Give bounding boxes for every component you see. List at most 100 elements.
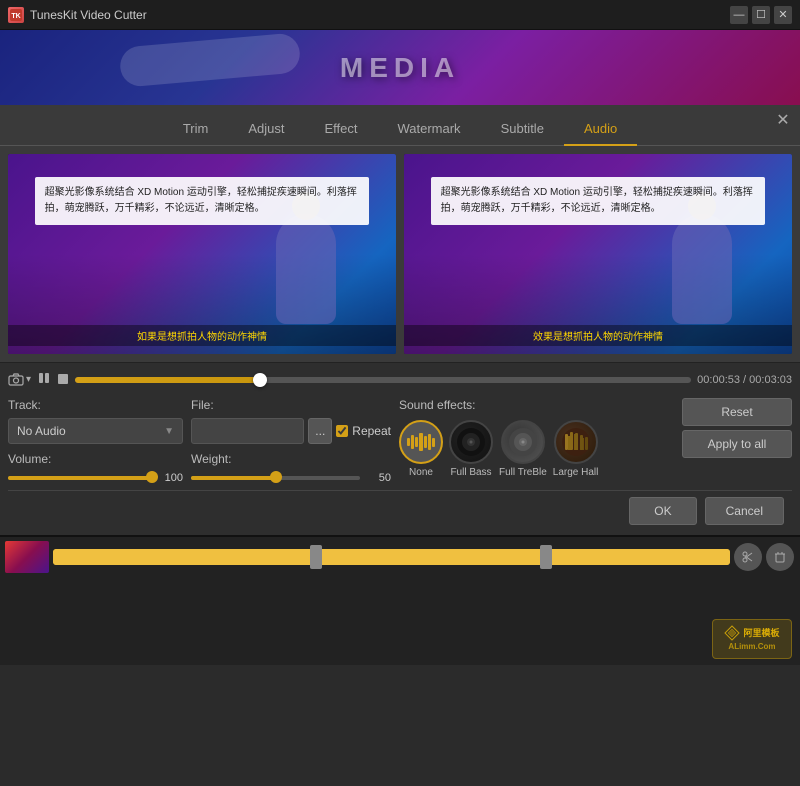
hall-icon bbox=[560, 426, 592, 458]
volume-slider-row: 100 bbox=[8, 472, 183, 484]
timeline-btn-2[interactable] bbox=[766, 543, 794, 571]
tab-audio[interactable]: Audio bbox=[564, 115, 637, 146]
volume-slider[interactable] bbox=[8, 476, 152, 480]
stop-icon bbox=[57, 373, 69, 385]
effects-row: None Full Bass bbox=[399, 420, 674, 478]
video-panel-left-inner: 超聚光影像系统结合 XD Motion 运动引擎，轻松捕捉疾速瞬间。利落挥拍，萌… bbox=[8, 154, 396, 354]
figure-right bbox=[672, 214, 732, 324]
tab-effect[interactable]: Effect bbox=[304, 115, 377, 146]
track-dropdown[interactable]: No Audio ▼ bbox=[8, 418, 183, 444]
tab-trim[interactable]: Trim bbox=[163, 115, 229, 146]
effect-none[interactable]: None bbox=[399, 420, 443, 478]
timeline-marker-1[interactable] bbox=[310, 545, 322, 569]
file-row: ... Repeat bbox=[191, 418, 391, 444]
timeline-right-controls bbox=[734, 543, 794, 571]
bottom-timeline: 阿里模板 ALimm.Com bbox=[0, 535, 800, 665]
weight-value: 50 bbox=[366, 472, 391, 484]
current-time: 00:00:53 bbox=[697, 374, 740, 386]
scissors-icon bbox=[742, 551, 754, 563]
watermark-logo: 阿里模板 ALimm.Com bbox=[712, 619, 792, 659]
time-sep: / bbox=[740, 374, 749, 386]
video-subtitle-right: 效果是想抓拍人物的动作神情 bbox=[404, 325, 792, 346]
track-dropdown-arrow: ▼ bbox=[164, 426, 174, 437]
track-value: No Audio bbox=[17, 424, 66, 438]
repeat-label: Repeat bbox=[352, 424, 391, 438]
scrubber[interactable] bbox=[75, 377, 691, 383]
camera-icon bbox=[8, 373, 24, 386]
ok-cancel-row: OK Cancel bbox=[8, 490, 792, 531]
timeline-btn-1[interactable] bbox=[734, 543, 762, 571]
video-text-card-left: 超聚光影像系统结合 XD Motion 运动引擎，轻松捕捉疾速瞬间。利落挥拍，萌… bbox=[35, 177, 370, 225]
timeline-segment bbox=[53, 549, 730, 565]
weight-fill bbox=[191, 476, 276, 480]
file-input[interactable] bbox=[191, 418, 304, 444]
timeline-bar[interactable] bbox=[53, 549, 730, 565]
tab-bar: Trim Adjust Effect Watermark Subtitle Au… bbox=[0, 105, 800, 146]
effect-circle-hall bbox=[554, 420, 598, 464]
video-text-left: 超聚光影像系统结合 XD Motion 运动引擎，轻松捕捉疾速瞬间。利落挥拍，萌… bbox=[45, 187, 357, 214]
video-panel-right-inner: 超聚光影像系统结合 XD Motion 运动引擎，轻松捕捉疾速瞬间。利落挥拍，萌… bbox=[404, 154, 792, 354]
effect-circle-bass bbox=[449, 420, 493, 464]
effects-column: Sound effects: bbox=[399, 398, 674, 478]
camera-dropdown-arrow: ▾ bbox=[26, 374, 31, 385]
panel-close-button[interactable]: ✕ bbox=[774, 111, 792, 129]
timeline-track-row bbox=[0, 537, 800, 577]
maximize-button[interactable]: ☐ bbox=[752, 6, 770, 24]
track-column: Track: No Audio ▼ Volume: 100 bbox=[8, 398, 183, 484]
pause-button[interactable] bbox=[37, 371, 51, 388]
scrubber-fill bbox=[75, 377, 260, 383]
actions-column: Reset Apply to all bbox=[682, 398, 792, 458]
scrubber-thumb[interactable] bbox=[253, 373, 267, 387]
file-browse-button[interactable]: ... bbox=[308, 418, 332, 444]
weight-thumb[interactable] bbox=[270, 471, 282, 483]
repeat-row: Repeat bbox=[336, 424, 391, 438]
volume-thumb[interactable] bbox=[146, 471, 158, 483]
main-panel: ✕ Trim Adjust Effect Watermark Subtitle … bbox=[0, 105, 800, 535]
volume-fill bbox=[8, 476, 152, 480]
watermark-text-2: ALimm.Com bbox=[728, 642, 775, 651]
file-label: File: bbox=[191, 398, 391, 412]
camera-button[interactable]: ▾ bbox=[8, 373, 31, 386]
apply-to-all-button[interactable]: Apply to all bbox=[682, 430, 792, 458]
weight-slider[interactable] bbox=[191, 476, 360, 480]
timeline-marker-2[interactable] bbox=[540, 545, 552, 569]
volume-label: Volume: bbox=[8, 452, 183, 466]
file-column: File: ... Repeat Weight: 50 bbox=[191, 398, 391, 484]
controls-area: ▾ 00:00:53 / 00:03:03 bbox=[0, 362, 800, 535]
watermark-text-1: 阿里模板 bbox=[743, 627, 779, 640]
timeline-thumbnail bbox=[5, 541, 49, 573]
weight-slider-row: 50 bbox=[191, 472, 391, 484]
figure-left bbox=[276, 214, 336, 324]
tab-adjust[interactable]: Adjust bbox=[228, 115, 304, 146]
bass-icon bbox=[455, 426, 487, 458]
video-banner-area: MEDIA bbox=[0, 30, 800, 105]
reset-button[interactable]: Reset bbox=[682, 398, 792, 426]
app-icon: TK bbox=[8, 7, 24, 23]
effect-label-none: None bbox=[409, 467, 433, 478]
svg-text:TK: TK bbox=[11, 13, 20, 20]
effect-treble[interactable]: Full TreBle bbox=[499, 420, 547, 478]
video-panel-right: 超聚光影像系统结合 XD Motion 运动引擎，轻松捕捉疾速瞬间。利落挥拍，萌… bbox=[404, 154, 792, 354]
effects-label: Sound effects: bbox=[399, 398, 674, 412]
effect-hall[interactable]: Large Hall bbox=[553, 420, 599, 478]
total-time: 00:03:03 bbox=[749, 374, 792, 386]
repeat-checkbox[interactable] bbox=[336, 425, 348, 437]
tab-watermark[interactable]: Watermark bbox=[377, 115, 480, 146]
effect-label-bass: Full Bass bbox=[450, 467, 491, 478]
diamond-icon bbox=[724, 625, 740, 641]
video-panel-left: 超聚光影像系统结合 XD Motion 运动引擎，轻松捕捉疾速瞬间。利落挥拍，萌… bbox=[8, 154, 396, 354]
stop-button[interactable] bbox=[57, 372, 69, 388]
effect-label-treble: Full TreBle bbox=[499, 467, 547, 478]
minimize-button[interactable]: — bbox=[730, 6, 748, 24]
timeline-row: ▾ 00:00:53 / 00:03:03 bbox=[8, 367, 792, 392]
close-button[interactable]: ✕ bbox=[774, 6, 792, 24]
tab-subtitle[interactable]: Subtitle bbox=[481, 115, 564, 146]
track-label: Track: bbox=[8, 398, 183, 412]
video-subtitle-left: 如果是想抓拍人物的动作神情 bbox=[8, 325, 396, 346]
ok-button[interactable]: OK bbox=[629, 497, 696, 525]
effect-fullbass[interactable]: Full Bass bbox=[449, 420, 493, 478]
cancel-button[interactable]: Cancel bbox=[705, 497, 784, 525]
trash-icon bbox=[774, 551, 786, 563]
pause-icon bbox=[37, 371, 51, 385]
audio-settings: Track: No Audio ▼ Volume: 100 File: bbox=[8, 392, 792, 490]
